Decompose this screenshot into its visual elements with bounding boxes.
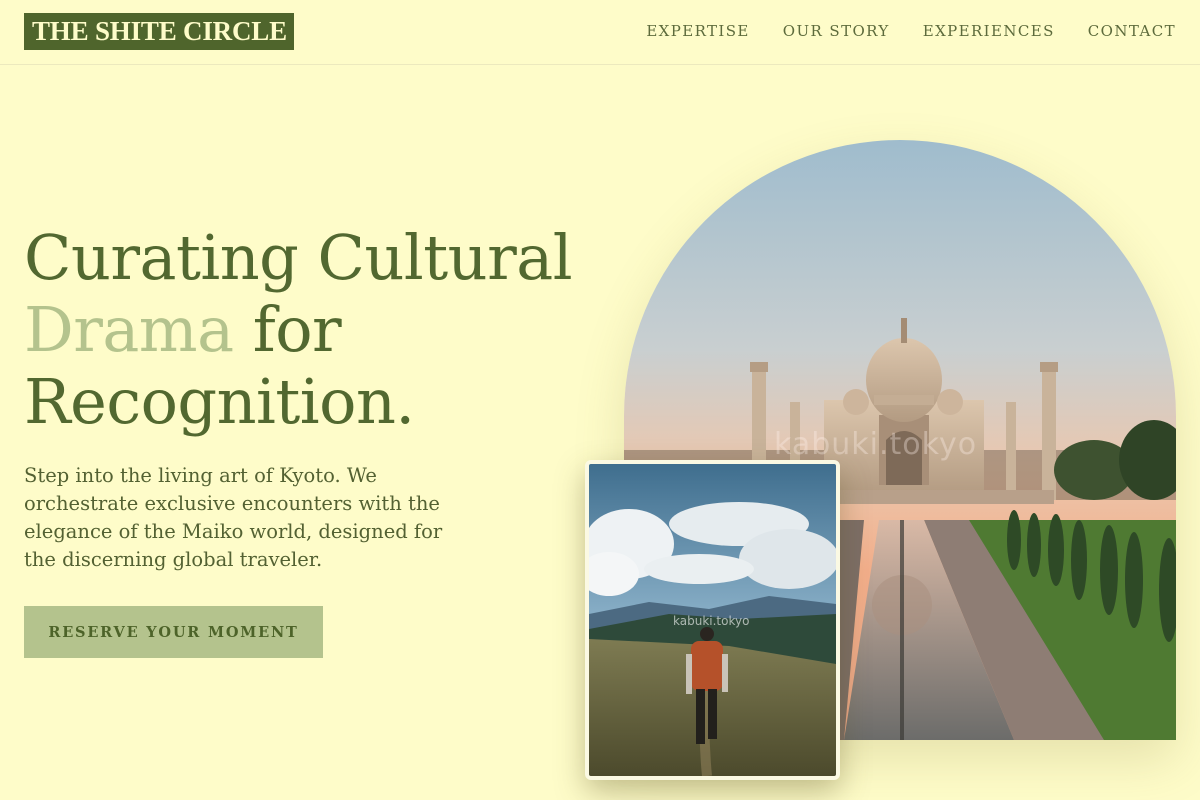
reserve-button[interactable]: RESERVE YOUR MOMENT xyxy=(24,606,323,658)
nav-link-experiences[interactable]: EXPERIENCES xyxy=(923,21,1055,41)
hero-title-line1: Curating Cultural xyxy=(24,221,573,294)
main-nav: EXPERTISE OUR STORY EXPERIENCES CONTACT xyxy=(646,21,1176,41)
hero-title: Curating Cultural Drama for Recognition. xyxy=(24,222,584,438)
nav-link-contact[interactable]: CONTACT xyxy=(1088,21,1176,41)
hero-title-accent: Drama xyxy=(24,293,234,366)
site-header: THE SHITE CIRCLE EXPERTISE OUR STORY EXP… xyxy=(0,0,1200,65)
hiker-photo xyxy=(589,464,836,776)
site-logo[interactable]: THE SHITE CIRCLE xyxy=(24,13,294,50)
hiker-photo-card: kabuki.tokyo xyxy=(585,460,840,780)
nav-link-expertise[interactable]: EXPERTISE xyxy=(646,21,749,41)
hero-title-line3: Recognition. xyxy=(24,365,415,438)
hero-subtitle: Step into the living art of Kyoto. We or… xyxy=(24,464,443,571)
nav-link-our-story[interactable]: OUR STORY xyxy=(783,21,890,41)
hero-title-line2: for xyxy=(233,293,342,366)
